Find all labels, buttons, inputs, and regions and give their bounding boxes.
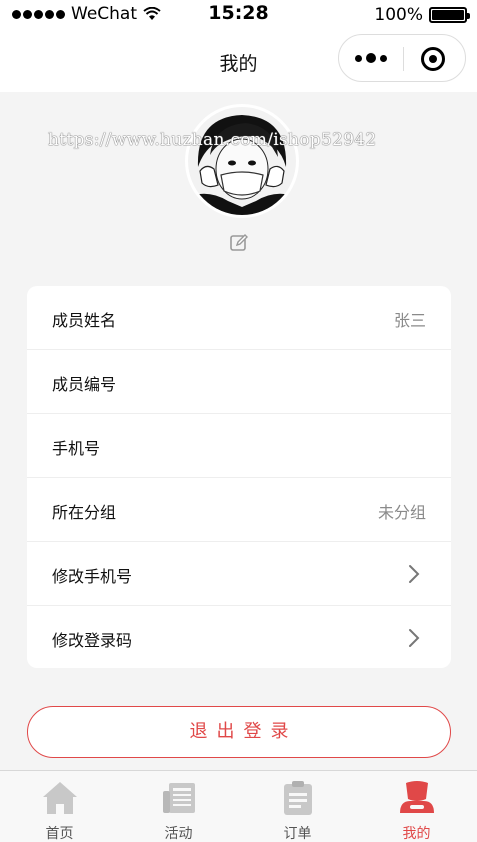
news-icon — [163, 783, 195, 813]
member-info-card: 成员姓名 张三 成员编号 手机号 所在分组 未分组 修改手机号 修改登录码 — [27, 286, 451, 668]
row-label: 手机号 — [52, 439, 101, 458]
watermark-text: https://www.huzhan.com/ishop52942 — [48, 130, 377, 150]
battery-percent: 100% — [374, 5, 423, 25]
nav-bar: 我的 — [0, 30, 477, 92]
tab-mine[interactable]: 我的 — [357, 771, 476, 842]
tab-label: 首页 — [45, 826, 74, 842]
battery-icon — [429, 7, 470, 23]
row-member-number: 成员编号 — [27, 350, 451, 414]
mini-program-capsule — [338, 34, 466, 82]
avatar[interactable] — [185, 104, 299, 218]
status-bar: WeChat 15:28 100% — [0, 0, 477, 30]
chevron-right-icon — [409, 565, 420, 583]
row-change-login-code[interactable]: 修改登录码 — [27, 606, 451, 668]
more-icon[interactable] — [355, 53, 387, 63]
clipboard-icon — [284, 781, 312, 815]
tab-label: 活动 — [164, 826, 193, 842]
row-value: 张三 — [393, 311, 426, 330]
row-phone: 手机号 — [27, 414, 451, 478]
edit-icon[interactable] — [229, 233, 249, 253]
row-label: 修改手机号 — [52, 567, 133, 586]
logout-button[interactable]: 退出登录 — [27, 706, 451, 758]
row-label: 成员编号 — [52, 375, 117, 394]
row-value: 未分组 — [377, 503, 426, 522]
row-label: 成员姓名 — [52, 311, 117, 330]
capsule-divider — [403, 47, 404, 71]
chevron-right-icon — [409, 629, 420, 647]
row-change-phone[interactable]: 修改手机号 — [27, 542, 451, 606]
row-group: 所在分组 未分组 — [27, 478, 451, 542]
close-target-icon[interactable] — [421, 47, 445, 71]
avatar-image — [188, 107, 296, 215]
status-right: 100% — [374, 5, 470, 25]
user-icon — [400, 781, 434, 813]
row-label: 修改登录码 — [52, 631, 133, 650]
row-label: 所在分组 — [52, 503, 117, 522]
home-icon — [43, 782, 77, 814]
row-member-name: 成员姓名 张三 — [27, 286, 451, 350]
tab-label: 我的 — [402, 826, 431, 842]
tab-orders[interactable]: 订单 — [238, 771, 357, 842]
tab-label: 订单 — [283, 826, 312, 842]
tab-bar: 首页 活动 订单 我的 — [0, 770, 477, 842]
tab-activity[interactable]: 活动 — [119, 771, 238, 842]
tab-home[interactable]: 首页 — [0, 771, 119, 842]
